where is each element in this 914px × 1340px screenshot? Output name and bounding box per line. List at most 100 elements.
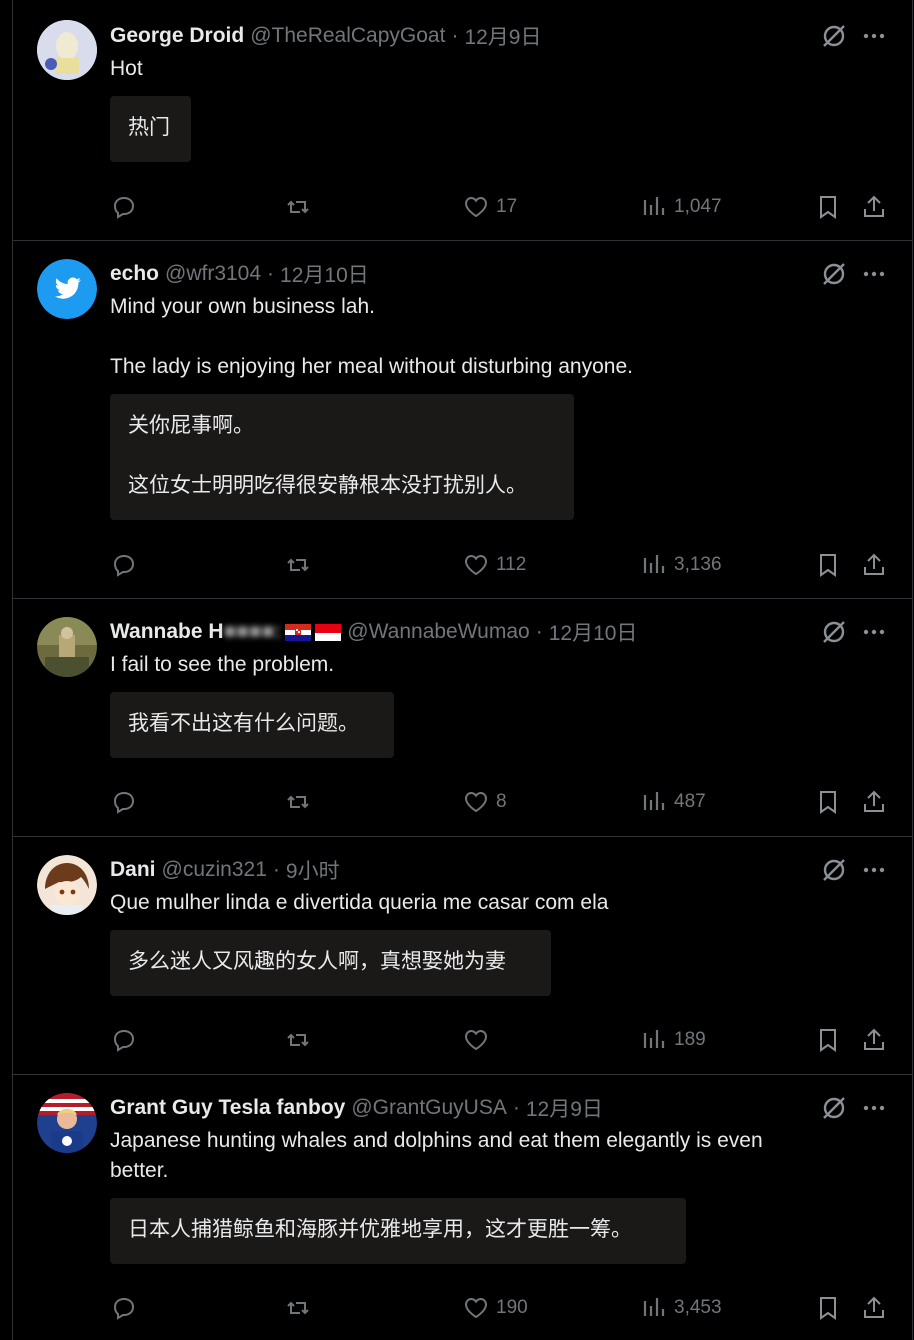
- like-button[interactable]: 190: [462, 1293, 528, 1323]
- reply-button[interactable]: [110, 1025, 144, 1055]
- avatar[interactable]: [37, 1093, 97, 1153]
- grok-icon[interactable]: [820, 856, 848, 884]
- bookmark-icon: [820, 196, 836, 219]
- like-icon: [464, 554, 488, 576]
- views-button[interactable]: 1,047: [640, 192, 722, 222]
- timestamp[interactable]: 12月10日: [280, 259, 369, 289]
- reply-button[interactable]: [110, 550, 144, 580]
- share-icon: [864, 790, 884, 812]
- retweet-icon: [287, 1301, 309, 1315]
- share-button[interactable]: [860, 550, 888, 580]
- grok-icon[interactable]: [820, 22, 848, 50]
- reply-button[interactable]: [110, 787, 144, 817]
- grok-icon[interactable]: [820, 618, 848, 646]
- user-handle[interactable]: @cuzin321: [162, 858, 267, 882]
- more-icon[interactable]: [860, 618, 888, 646]
- share-icon: [864, 1296, 884, 1318]
- reply-icon: [113, 554, 135, 577]
- timestamp[interactable]: 9小时: [286, 855, 340, 885]
- share-button[interactable]: [860, 1025, 888, 1055]
- like-icon: [464, 1297, 488, 1319]
- translation-box: 我看不出这有什么问题。: [110, 692, 394, 758]
- tweet[interactable]: Dani @cuzin321 · 9小时 Que mulher linda e …: [13, 837, 912, 1075]
- user-name[interactable]: Dani: [110, 858, 156, 882]
- like-button[interactable]: 112: [462, 550, 526, 580]
- timestamp[interactable]: 12月9日: [526, 1093, 603, 1123]
- user-handle[interactable]: @TheRealCapyGoat: [250, 24, 445, 48]
- tweet-actions: 17 1,047: [110, 192, 888, 222]
- grok-icon[interactable]: [820, 260, 848, 288]
- tweet[interactable]: George Droid @TheRealCapyGoat · 12月9日 Ho…: [13, 0, 912, 241]
- user-name[interactable]: George Droid: [110, 24, 244, 48]
- separator: ·: [267, 262, 275, 285]
- tweet[interactable]: echo @wfr3104 · 12月10日 Mind your own bus…: [13, 241, 912, 599]
- tweet-actions: 8 487: [110, 787, 888, 817]
- retweet-icon: [287, 200, 309, 214]
- tweet-text: I fail to see the problem.: [110, 650, 842, 680]
- separator: ·: [535, 620, 543, 643]
- avatar[interactable]: [37, 855, 97, 915]
- like-button[interactable]: [462, 1025, 496, 1055]
- views-button[interactable]: 487: [640, 787, 706, 817]
- retweet-button[interactable]: [284, 550, 318, 580]
- bookmark-button[interactable]: [814, 192, 842, 222]
- tweet-actions: 112 3,136: [110, 550, 888, 580]
- reply-icon: [113, 1029, 135, 1052]
- views-count: 3,136: [674, 554, 722, 575]
- views-icon: [643, 555, 665, 573]
- separator: ·: [451, 24, 459, 47]
- more-icon[interactable]: [860, 856, 888, 884]
- tweet-text-line: Mind your own business lah.: [110, 295, 375, 318]
- tweet[interactable]: Grant Guy Tesla fanboy @GrantGuyUSA · 12…: [13, 1075, 912, 1340]
- translation-line: 关你屁事啊。: [128, 414, 254, 437]
- bookmark-button[interactable]: [814, 1025, 842, 1055]
- more-icon[interactable]: [860, 22, 888, 50]
- bookmark-button[interactable]: [814, 1293, 842, 1323]
- tweet-header: Wannabe H ■■■■: @WannabeWumao · 12月10日: [110, 617, 842, 647]
- views-button[interactable]: 189: [640, 1025, 706, 1055]
- translation-line: 多么迷人又风趣的女人啊，真想娶她为妻: [128, 950, 506, 973]
- timestamp[interactable]: 12月10日: [549, 617, 638, 647]
- tweet-text-line: I fail to see the problem.: [110, 653, 335, 676]
- like-button[interactable]: 17: [462, 192, 517, 222]
- avatar[interactable]: [37, 20, 97, 80]
- timestamp[interactable]: 12月9日: [464, 21, 541, 51]
- grok-icon[interactable]: [820, 1094, 848, 1122]
- tweet-text: Mind your own business lah. The lady is …: [110, 292, 842, 382]
- user-name[interactable]: Grant Guy Tesla fanboy: [110, 1096, 345, 1120]
- retweet-button[interactable]: [284, 1293, 318, 1323]
- retweet-icon: [287, 1033, 309, 1047]
- translation-box: 多么迷人又风趣的女人啊，真想娶她为妻: [110, 930, 551, 996]
- croatia-flag-icon: [285, 623, 312, 641]
- retweet-icon: [287, 558, 309, 572]
- more-icon[interactable]: [860, 260, 888, 288]
- views-button[interactable]: 3,136: [640, 550, 722, 580]
- retweet-button[interactable]: [284, 1025, 318, 1055]
- like-count: 17: [496, 196, 518, 217]
- user-handle[interactable]: @WannabeWumao: [347, 620, 529, 644]
- views-icon: [643, 1298, 665, 1316]
- share-button[interactable]: [860, 787, 888, 817]
- user-handle[interactable]: @wfr3104: [165, 262, 261, 286]
- retweet-button[interactable]: [284, 787, 318, 817]
- user-name[interactable]: Wannabe H: [110, 620, 224, 644]
- views-button[interactable]: 3,453: [640, 1293, 722, 1323]
- tweet-header: Grant Guy Tesla fanboy @GrantGuyUSA · 12…: [110, 1093, 822, 1123]
- tweet-text: Hot: [110, 54, 842, 84]
- retweet-button[interactable]: [284, 192, 318, 222]
- user-handle[interactable]: @GrantGuyUSA: [351, 1096, 507, 1120]
- like-button[interactable]: 8: [462, 787, 507, 817]
- reply-button[interactable]: [110, 1293, 144, 1323]
- reply-button[interactable]: [110, 192, 144, 222]
- avatar[interactable]: [37, 259, 97, 319]
- more-icon[interactable]: [860, 1094, 888, 1122]
- share-button[interactable]: [860, 192, 888, 222]
- like-icon: [464, 791, 488, 813]
- translation-box: 关你屁事啊。 这位女士明明吃得很安静根本没打扰别人。: [110, 394, 574, 520]
- avatar[interactable]: [37, 617, 97, 677]
- share-button[interactable]: [860, 1293, 888, 1323]
- bookmark-button[interactable]: [814, 787, 842, 817]
- bookmark-button[interactable]: [814, 550, 842, 580]
- tweet[interactable]: Wannabe H ■■■■: @WannabeWumao · 12月10日 I…: [13, 599, 912, 837]
- user-name[interactable]: echo: [110, 262, 159, 286]
